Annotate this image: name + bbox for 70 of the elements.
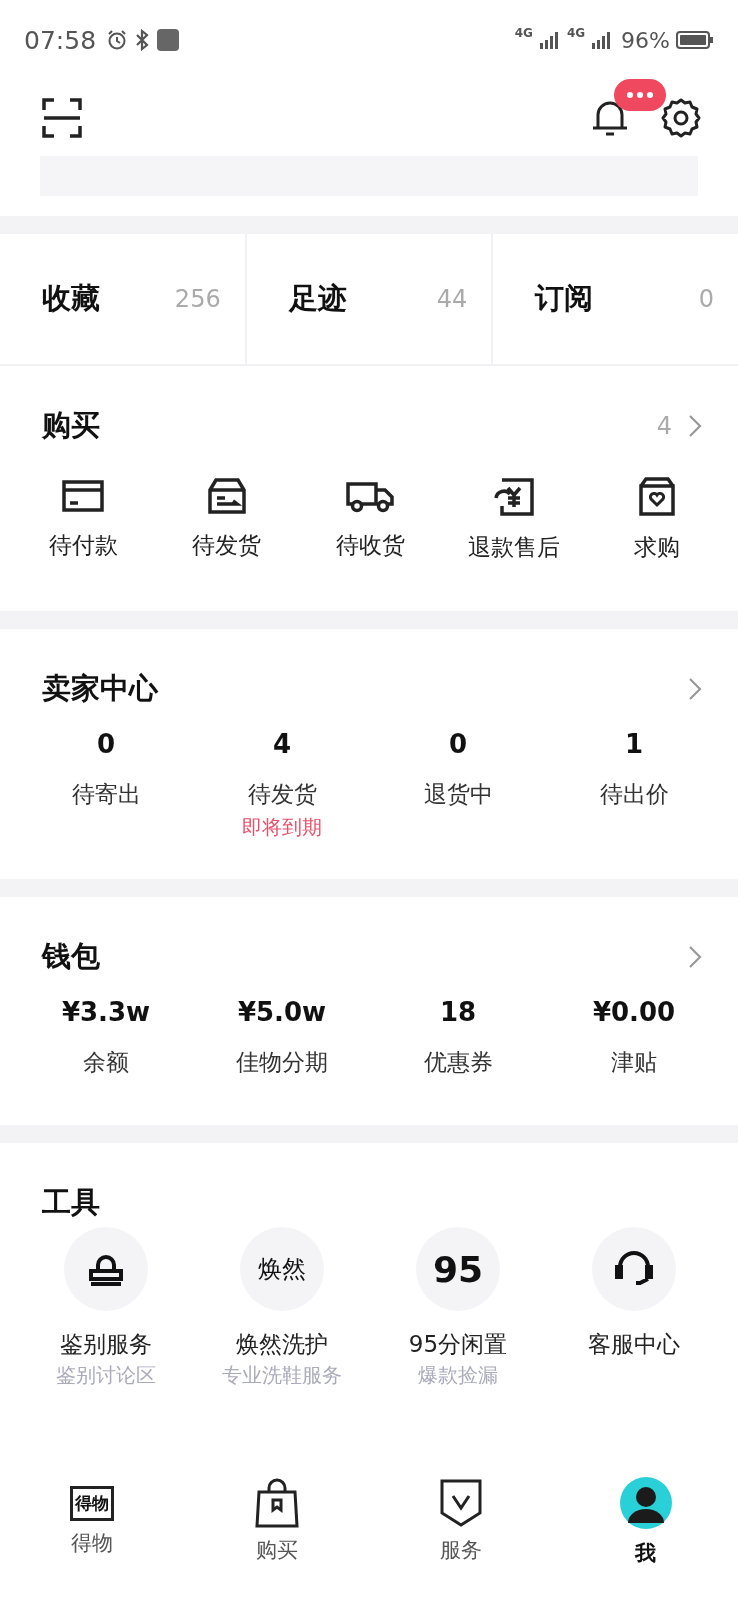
battery-percent: 96% [621, 27, 670, 53]
scan-icon[interactable] [42, 98, 82, 138]
bluetooth-icon [134, 29, 151, 51]
tool-icon[interactable]: 95 [416, 1227, 500, 1311]
shield-icon [439, 1478, 484, 1528]
order-status-label[interactable]: 待发货 [192, 530, 261, 561]
nav-tab[interactable]: 我 [585, 1475, 706, 1567]
nav-tab[interactable]: 得物 得物 [32, 1485, 153, 1557]
order-count: 4 [656, 412, 672, 440]
seller-count: 0 [96, 729, 116, 761]
order-status-label[interactable]: 待收货 [335, 530, 405, 561]
section-title: 工具 [42, 1184, 101, 1221]
status-time: 07:58 [24, 25, 97, 55]
signal-icon [538, 31, 561, 49]
avatar-icon [617, 1475, 674, 1531]
stat-label: 足迹 [288, 280, 347, 317]
order-status-label[interactable]: 求购 [634, 532, 680, 563]
stat-tile[interactable]: 足迹 44 [246, 234, 494, 364]
seller-status-label[interactable]: 退货中 [423, 779, 493, 810]
wallet-label[interactable]: 佳物分期 [236, 1047, 328, 1078]
chevron-right-icon[interactable] [688, 414, 702, 438]
wallet-amount: ¥3.3w [61, 997, 151, 1029]
chevron-right-icon[interactable] [688, 677, 702, 701]
tool-label[interactable]: 95分闲置 [408, 1329, 508, 1360]
app-notification-icon [156, 28, 181, 52]
section-title: 购买 [42, 407, 101, 444]
chevron-right-icon[interactable] [688, 945, 702, 969]
seller-status-label[interactable]: 待发货 [247, 779, 317, 810]
nav-tab[interactable]: 购买 [216, 1478, 337, 1564]
section-title: 卖家中心 [42, 670, 159, 707]
stamp-icon[interactable] [64, 1227, 148, 1311]
seller-count: 4 [272, 729, 292, 761]
tool-icon[interactable]: 焕然 [240, 1227, 324, 1311]
network-type: 4G [566, 26, 586, 40]
wallet-amount: 18 [439, 997, 477, 1029]
headset-icon[interactable] [592, 1227, 676, 1311]
tool-label[interactable]: 客服中心 [588, 1329, 680, 1360]
tool-subtitle: 专业洗鞋服务 [222, 1362, 342, 1389]
wallet-label[interactable]: 津贴 [611, 1047, 657, 1078]
wallet-label[interactable]: 余额 [83, 1047, 129, 1078]
seller-count: 0 [448, 729, 468, 761]
seller-status-label[interactable]: 待寄出 [71, 779, 141, 810]
tool-subtitle: 爆款捡漏 [418, 1362, 498, 1389]
seller-count: 1 [624, 729, 644, 761]
stat-label: 收藏 [42, 280, 100, 317]
stat-count: 44 [436, 285, 468, 313]
stat-label: 订阅 [535, 280, 594, 317]
bag-icon[interactable] [636, 476, 678, 518]
wallet-label[interactable]: 优惠券 [423, 1047, 493, 1078]
battery-icon [676, 30, 714, 50]
refund-icon[interactable] [491, 476, 536, 518]
wallet-amount: ¥5.0w [237, 997, 327, 1029]
wallet-amount: ¥0.00 [592, 997, 676, 1029]
shopping-bag-icon [254, 1478, 299, 1528]
stat-tile[interactable]: 订阅 0 [493, 234, 738, 364]
message-badge [614, 79, 666, 111]
tool-label[interactable]: 焕然洗护 [236, 1329, 328, 1360]
tool-label[interactable]: 鉴别服务 [60, 1329, 152, 1360]
section-title: 钱包 [42, 938, 101, 975]
stat-count: 256 [174, 285, 221, 313]
order-status-label[interactable]: 待付款 [48, 530, 118, 561]
network-type: 4G [514, 26, 533, 40]
due-warning: 即将到期 [242, 814, 322, 841]
seller-status-label[interactable]: 待出价 [599, 779, 669, 810]
order-status-label[interactable]: 退款售后 [467, 532, 560, 563]
stat-tile[interactable]: 收藏 256 [0, 234, 247, 364]
settings-icon[interactable] [660, 97, 702, 139]
stat-count: 0 [698, 285, 714, 313]
tool-subtitle: 鉴别讨论区 [56, 1362, 156, 1389]
nav-tab[interactable]: 服务 [401, 1478, 522, 1564]
